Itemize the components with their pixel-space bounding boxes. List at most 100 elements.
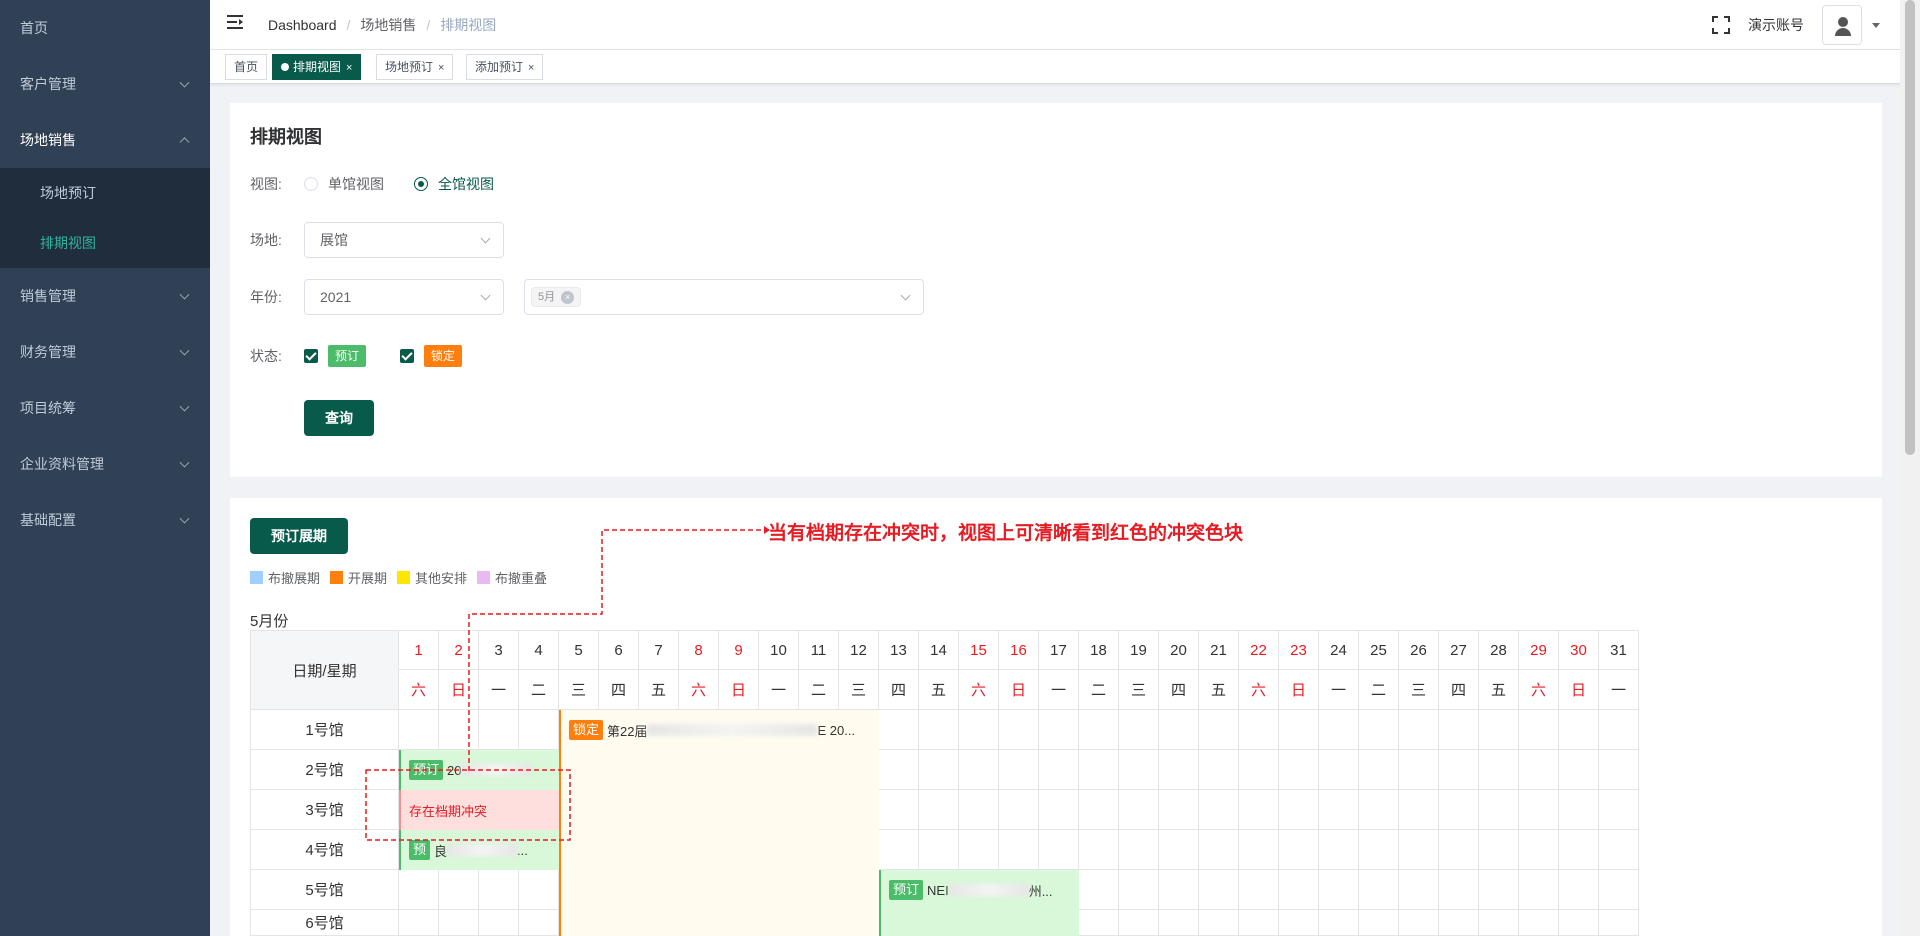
redacted-text [447, 844, 518, 856]
schedule-cell [1159, 710, 1199, 750]
event-title: 良 [434, 843, 448, 859]
schedule-cell [1239, 870, 1279, 910]
schedule-cell [879, 710, 919, 750]
breadcrumb: Dashboard / 场地销售 / 排期视图 [268, 0, 496, 50]
weekday-header: 四 [599, 670, 639, 710]
schedule-cell [879, 830, 919, 870]
schedule-cell [1399, 750, 1439, 790]
close-icon[interactable]: × [561, 290, 575, 304]
schedule-cell [519, 710, 559, 750]
tag-home[interactable]: 首页 [225, 54, 268, 80]
close-icon[interactable]: × [438, 62, 444, 74]
sidebar-item-venue-booking[interactable]: 场地预订 [0, 168, 210, 218]
schedule-cell [1559, 830, 1599, 870]
status-tag-locked: 锁定 [424, 345, 463, 367]
avatar[interactable] [1822, 5, 1862, 45]
legend-item: 其他安排 [397, 568, 467, 587]
event-title-tail: 州... [1028, 883, 1053, 899]
sidebar: 首页 客户管理 场地销售 场地预订 排期视图 销售管理 财务管理 项目统筹 企业… [0, 0, 210, 936]
radio-label: 单馆视图 [328, 176, 384, 192]
schedule-cell [1279, 750, 1319, 790]
schedule-cell [1319, 790, 1359, 830]
sidebar-item-finance[interactable]: 财务管理 [0, 324, 210, 380]
scrollbar[interactable] [1900, 0, 1920, 936]
schedule-cell [1039, 830, 1079, 870]
schedule-cell [1439, 750, 1479, 790]
breadcrumb-item[interactable]: Dashboard [268, 17, 337, 33]
day-header: 6 [599, 630, 639, 670]
checkbox-booked[interactable] [304, 349, 318, 363]
schedule-cell [1359, 870, 1399, 910]
hamburger-icon[interactable] [227, 15, 245, 31]
radio-icon [304, 177, 318, 191]
sidebar-item-label: 首页 [20, 20, 48, 36]
schedule-cell [1199, 710, 1239, 750]
close-icon[interactable]: × [528, 62, 534, 74]
event-locked[interactable]: 锁定 第22届 E 20... [559, 710, 879, 750]
tag-add-booking[interactable]: 添加预订 × [466, 54, 544, 80]
breadcrumb-item[interactable]: 场地销售 [360, 15, 416, 35]
day-header: 29 [1519, 630, 1559, 670]
schedule-cell [1079, 910, 1119, 936]
weekday-header: 五 [1199, 670, 1239, 710]
book-period-button[interactable]: 预订展期 [250, 518, 348, 554]
weekday-header: 五 [919, 670, 959, 710]
weekday-header: 四 [879, 670, 919, 710]
sidebar-item-schedule-view[interactable]: 排期视图 [0, 218, 210, 268]
breadcrumb-separator: / [346, 17, 351, 33]
day-header: 12 [839, 630, 879, 670]
conflict-block[interactable]: 存在档期冲突 [399, 790, 559, 830]
schedule-cell [1559, 710, 1599, 750]
sidebar-item-config[interactable]: 基础配置 [0, 492, 210, 548]
day-header: 30 [1559, 630, 1599, 670]
schedule-cell [1439, 870, 1479, 910]
sidebar-item-label: 排期视图 [40, 235, 96, 251]
event-booked[interactable]: 预订 NEI 州... [879, 870, 1079, 910]
schedule-cell [1439, 710, 1479, 750]
weekday-header: 二 [799, 670, 839, 710]
view-row: 视图: 单馆视图 全馆视图 [250, 173, 524, 195]
event-booked[interactable]: 预良... [399, 830, 559, 870]
sidebar-item-project[interactable]: 项目统筹 [0, 380, 210, 436]
schedule-cell [1119, 710, 1159, 750]
sidebar-item-enterprise[interactable]: 企业资料管理 [0, 436, 210, 492]
schedule-cell [1239, 710, 1279, 750]
checkbox-locked[interactable] [400, 349, 415, 363]
month-select[interactable]: 5月 × [524, 279, 924, 315]
caret-down-icon[interactable] [1872, 22, 1880, 28]
weekday-header: 一 [1039, 670, 1079, 710]
hall-label: 6号馆 [250, 910, 399, 936]
sidebar-item-venue-sales[interactable]: 场地销售 [0, 112, 210, 168]
event-booked[interactable]: 预订 20 [399, 750, 559, 790]
schedule-cell [1039, 790, 1079, 830]
hall-label: 2号馆 [250, 750, 399, 790]
radio-all-view[interactable]: 全馆视图 [414, 174, 494, 194]
schedule-cell [1599, 870, 1639, 910]
day-header: 31 [1599, 630, 1639, 670]
sidebar-item-sales[interactable]: 销售管理 [0, 268, 210, 324]
year-select[interactable]: 2021 [304, 279, 504, 315]
radio-single-view[interactable]: 单馆视图 [304, 174, 384, 194]
weekday-header: 一 [1319, 670, 1359, 710]
schedule-cell [1039, 710, 1079, 750]
venue-select[interactable]: 展馆 [304, 222, 504, 258]
weekday-header: 一 [479, 670, 519, 710]
schedule-cell [1119, 790, 1159, 830]
schedule-cell [1279, 790, 1319, 830]
close-icon[interactable]: × [346, 62, 352, 74]
day-header: 2 [439, 630, 479, 670]
tag-schedule-view[interactable]: 排期视图 × [272, 54, 362, 80]
sidebar-item-customer[interactable]: 客户管理 [0, 56, 210, 112]
event-title: 第22届 [607, 723, 648, 739]
tag-venue-booking[interactable]: 场地预订 × [376, 54, 454, 80]
chevron-up-icon [179, 137, 190, 148]
day-header: 22 [1239, 630, 1279, 670]
query-button[interactable]: 查询 [304, 400, 374, 436]
fullscreen-icon[interactable] [1712, 16, 1730, 34]
scrollbar-thumb[interactable] [1905, 0, 1915, 455]
sidebar-item-home[interactable]: 首页 [0, 0, 210, 56]
schedule-cell [1199, 790, 1239, 830]
schedule-cell [1559, 910, 1599, 936]
sidebar-item-label: 基础配置 [20, 512, 76, 528]
account-name[interactable]: 演示账号 [1748, 15, 1804, 35]
